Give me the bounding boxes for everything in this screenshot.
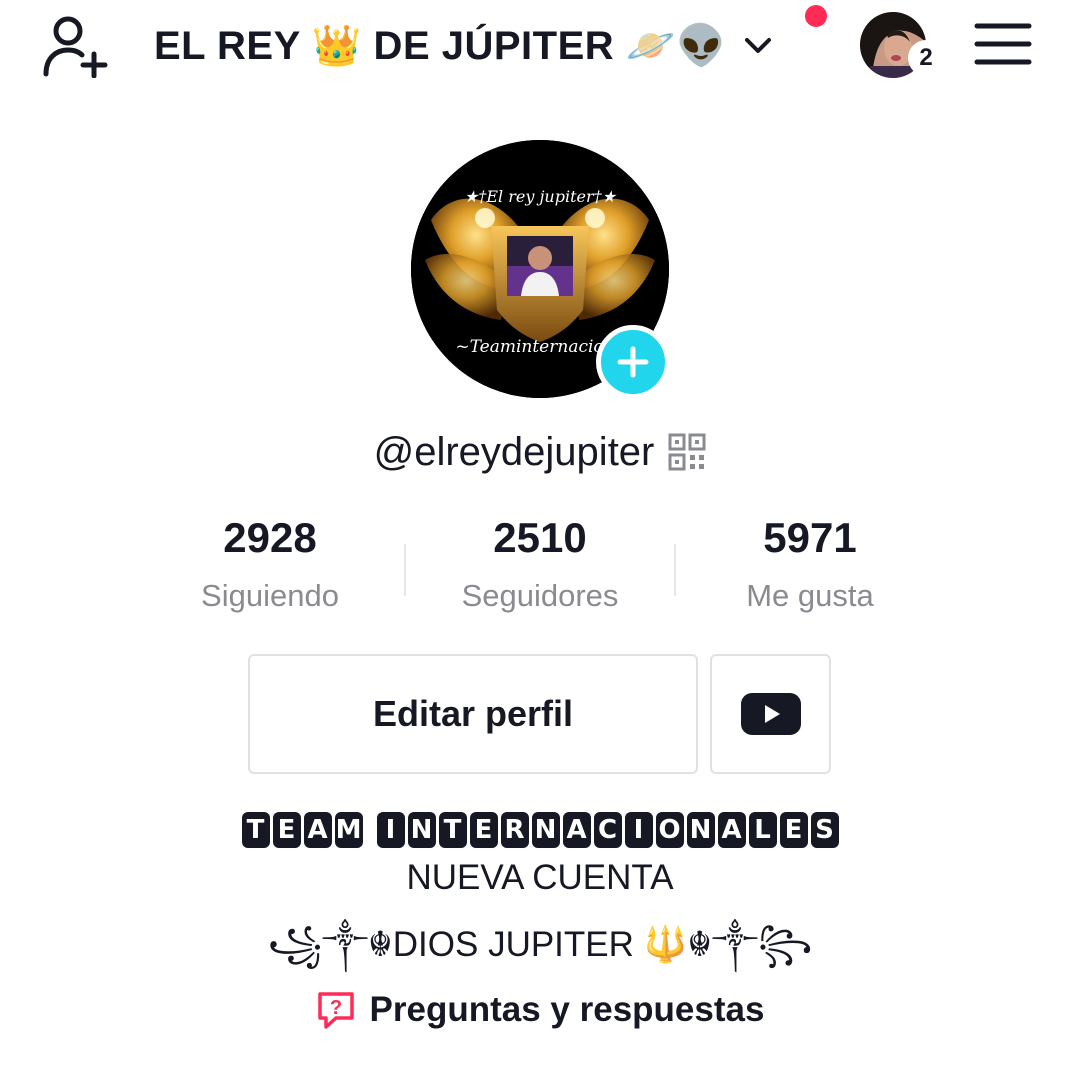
stat-following[interactable]: 2928 Siguiendo xyxy=(135,510,405,626)
bio-line-2: NUEVA CUENTA xyxy=(406,858,674,897)
stat-value: 5971 xyxy=(763,514,857,561)
notification-dot xyxy=(805,5,827,27)
edit-profile-button[interactable]: Editar perfil xyxy=(248,654,698,774)
svg-text:?: ? xyxy=(329,997,341,1019)
bio-letter-tile: S xyxy=(810,812,839,848)
top-bar: EL REY 👑 DE JÚPITER 🪐👽 2 xyxy=(0,0,1080,92)
youtube-icon xyxy=(740,693,801,735)
bio-team-line: TEAMINTERNACIONALES xyxy=(0,812,1080,848)
bio-line-3: ꧁༒☬DIOS JUPITER 🔱☬༒꧂ xyxy=(267,925,813,964)
stat-value: 2928 xyxy=(223,514,317,561)
question-chat-icon: ? xyxy=(317,992,354,1029)
bio-letter-tile: M xyxy=(334,812,363,848)
bio-letter-tile: N xyxy=(686,812,715,848)
bio-letter-tile: A xyxy=(562,812,591,848)
bio-letter-tile: L xyxy=(748,812,777,848)
bio-letter-tile: E xyxy=(272,812,301,848)
username: @elreydejupiter xyxy=(373,429,655,474)
avatar-text-top: ★†El rey jupiter†★ xyxy=(464,187,618,206)
bio-letter-tile: N xyxy=(531,812,560,848)
stat-likes[interactable]: 5971 Me gusta xyxy=(675,510,945,626)
bio-letter-tile: A xyxy=(303,812,332,848)
bio-letter-tile: I xyxy=(624,812,653,848)
bio-letter-tile: E xyxy=(469,812,498,848)
bio-letter-tile: A xyxy=(717,812,746,848)
chevron-down-icon xyxy=(745,38,772,53)
bio-letter-tile: I xyxy=(376,812,405,848)
youtube-link-button[interactable] xyxy=(710,654,831,774)
stat-label: Me gusta xyxy=(746,578,874,613)
stat-value: 2510 xyxy=(493,514,587,561)
bio-word: TEAM xyxy=(241,812,363,848)
bio-letter-tile: C xyxy=(593,812,622,848)
stat-label: Seguidores xyxy=(461,578,619,613)
hamburger-menu-icon[interactable] xyxy=(974,18,1032,68)
bio-letter-tile: O xyxy=(655,812,684,848)
account-switcher[interactable]: EL REY 👑 DE JÚPITER 🪐👽 xyxy=(154,14,776,76)
bio-letter-tile: R xyxy=(500,812,529,848)
bio-letter-tile: T xyxy=(438,812,467,848)
add-user-icon[interactable] xyxy=(40,14,110,78)
account-count-badge: 2 xyxy=(908,40,944,76)
add-story-button[interactable] xyxy=(596,325,670,399)
stat-label: Siguiendo xyxy=(201,578,339,613)
account-title: EL REY 👑 DE JÚPITER 🪐👽 xyxy=(154,23,727,68)
avatar-text-bottom: ~Teaminternacion xyxy=(455,337,614,357)
qa-link[interactable]: ? Preguntas y respuestas xyxy=(0,990,1080,1030)
bio-letter-tile: T xyxy=(241,812,270,848)
handle-row: @elreydejupiter xyxy=(0,424,1080,480)
qa-label: Preguntas y respuestas xyxy=(369,990,765,1029)
bio-word: INTERNACIONALES xyxy=(376,812,839,848)
bio-letter-tile: E xyxy=(779,812,808,848)
bio-letter-tile: N xyxy=(407,812,436,848)
qr-code-icon[interactable] xyxy=(668,433,706,471)
profile-stats: 2928 Siguiendo 2510 Seguidores 5971 Me g… xyxy=(135,510,945,630)
plus-icon xyxy=(617,346,649,378)
stat-followers[interactable]: 2510 Seguidores xyxy=(405,510,675,626)
